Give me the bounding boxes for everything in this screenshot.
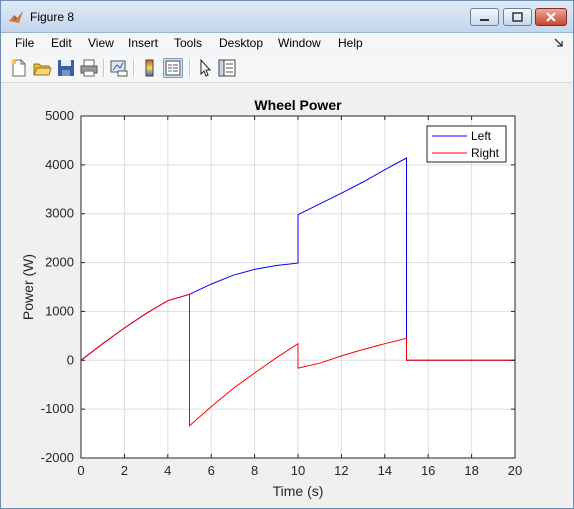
wheel-power-chart[interactable]: Wheel Power Time (s) Power (W) Left Right… [1, 83, 573, 508]
y-tick-label: 2000 [45, 255, 74, 270]
x-tick-label: 8 [251, 463, 258, 478]
menu-help[interactable]: Help [338, 36, 363, 50]
x-tick-label: 18 [464, 463, 478, 478]
menu-view[interactable]: View [88, 36, 114, 50]
y-tick-label: 5000 [45, 108, 74, 123]
minimize-icon [480, 19, 489, 21]
y-axis-label: Power (W) [20, 254, 36, 320]
menu-insert[interactable]: Insert [128, 36, 158, 50]
insert-legend-button[interactable] [163, 58, 183, 78]
window-title: Figure 8 [30, 10, 75, 24]
menu-bar: File Edit View Insert Tools Desktop Wind… [1, 33, 573, 53]
legend-icon [165, 60, 181, 76]
y-tick-label: -2000 [41, 450, 74, 465]
link-plot-icon [110, 60, 128, 77]
x-tick-label: 20 [508, 463, 522, 478]
x-tick-label: 16 [421, 463, 435, 478]
edit-plot-button[interactable] [195, 58, 215, 78]
open-file-button[interactable] [32, 58, 52, 78]
insert-colorbar-button[interactable] [140, 58, 160, 78]
close-button[interactable] [535, 8, 567, 26]
maximize-icon [512, 12, 523, 22]
y-tick-label: -1000 [41, 401, 74, 416]
x-tick-label: 6 [208, 463, 215, 478]
matlab-logo-icon [9, 11, 23, 23]
new-file-icon [11, 59, 26, 77]
x-axis-label: Time (s) [273, 483, 324, 499]
menu-edit[interactable]: Edit [51, 36, 72, 50]
folder-icon [33, 63, 52, 76]
minimize-button[interactable] [470, 8, 499, 26]
figure-canvas[interactable]: Wheel Power Time (s) Power (W) Left Right… [1, 83, 573, 508]
x-tick-label: 14 [378, 463, 392, 478]
maximize-button[interactable] [503, 8, 532, 26]
legend[interactable]: Left Right [426, 125, 507, 163]
menu-window[interactable]: Window [278, 36, 321, 50]
menu-desktop[interactable]: Desktop [219, 36, 263, 50]
printer-icon [80, 59, 98, 77]
menu-file[interactable]: File [15, 36, 34, 50]
x-tick-label: 0 [77, 463, 84, 478]
property-inspector-icon [218, 59, 236, 77]
y-tick-label: 1000 [45, 303, 74, 318]
new-figure-button[interactable] [9, 58, 29, 78]
property-inspector-button[interactable] [217, 58, 237, 78]
save-icon [58, 60, 74, 76]
legend-label: Left [471, 129, 492, 143]
x-tick-label: 10 [291, 463, 305, 478]
dock-arrow-icon[interactable] [554, 38, 564, 48]
menu-tools[interactable]: Tools [174, 36, 202, 50]
x-tick-label: 4 [164, 463, 171, 478]
chart-title: Wheel Power [254, 97, 342, 113]
save-button[interactable] [56, 58, 76, 78]
y-tick-label: 0 [67, 352, 74, 367]
colorbar-icon [145, 59, 154, 77]
link-plot-button[interactable] [109, 58, 129, 78]
figure-window: Figure 8 File Edit View Insert Tools Des… [0, 0, 574, 509]
close-icon [546, 12, 556, 22]
x-tick-label: 2 [121, 463, 128, 478]
y-tick-label: 3000 [45, 206, 74, 221]
title-bar[interactable]: Figure 8 [1, 1, 573, 33]
y-tick-label: 4000 [45, 157, 74, 172]
print-button[interactable] [79, 58, 99, 78]
pointer-arrow-icon [200, 58, 212, 77]
x-tick-label: 12 [334, 463, 348, 478]
toolbar [1, 54, 573, 83]
legend-label: Right [471, 146, 500, 160]
